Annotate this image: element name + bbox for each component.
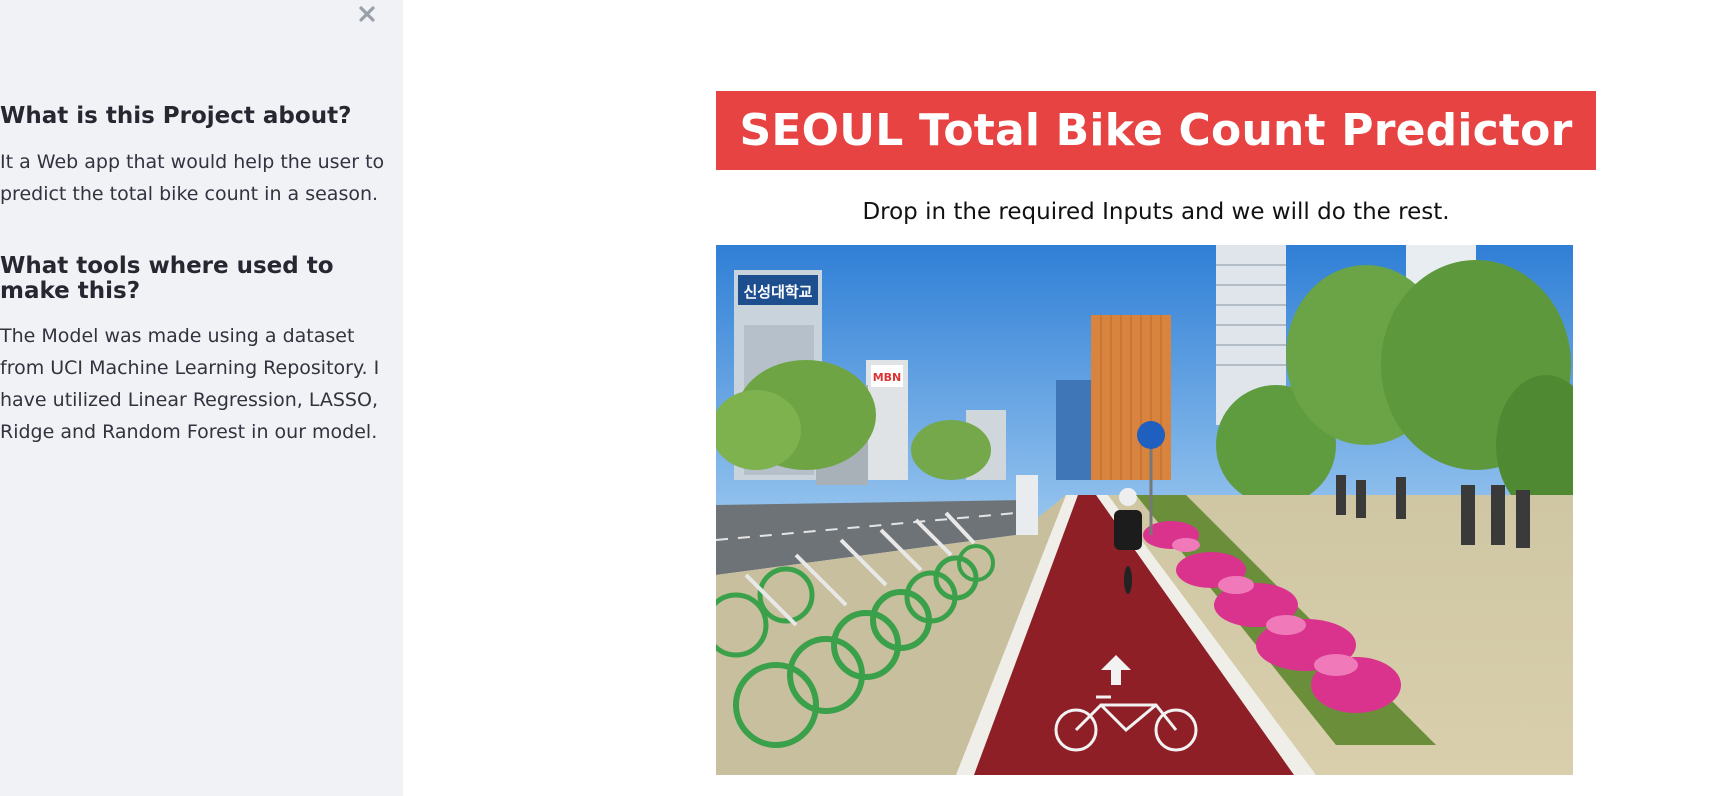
billboard-text: MBN — [873, 371, 902, 384]
building-sign-text: 신성대학교 — [743, 283, 812, 301]
close-sidebar-button[interactable] — [353, 0, 381, 28]
main-content: SEOUL Total Bike Count Predictor Drop in… — [403, 0, 1728, 790]
close-icon — [359, 6, 375, 22]
about-text: It a Web app that would help the user to… — [0, 151, 385, 205]
tools-text: The Model was made using a dataset from … — [0, 325, 380, 443]
seoul-bike-lane-photo: 신성대학교 MBN — [716, 245, 1573, 775]
title-banner: SEOUL Total Bike Count Predictor — [716, 91, 1596, 170]
about-heading: What is this Project about? — [0, 103, 352, 129]
page-title: SEOUL Total Bike Count Predictor — [739, 105, 1573, 156]
subtitle: Drop in the required Inputs and we will … — [862, 199, 1450, 225]
hero-image: 신성대학교 MBN — [716, 245, 1573, 775]
tools-heading: What tools where used to make this? — [0, 253, 334, 304]
sidebar: What is this Project about? It a Web app… — [0, 0, 403, 796]
